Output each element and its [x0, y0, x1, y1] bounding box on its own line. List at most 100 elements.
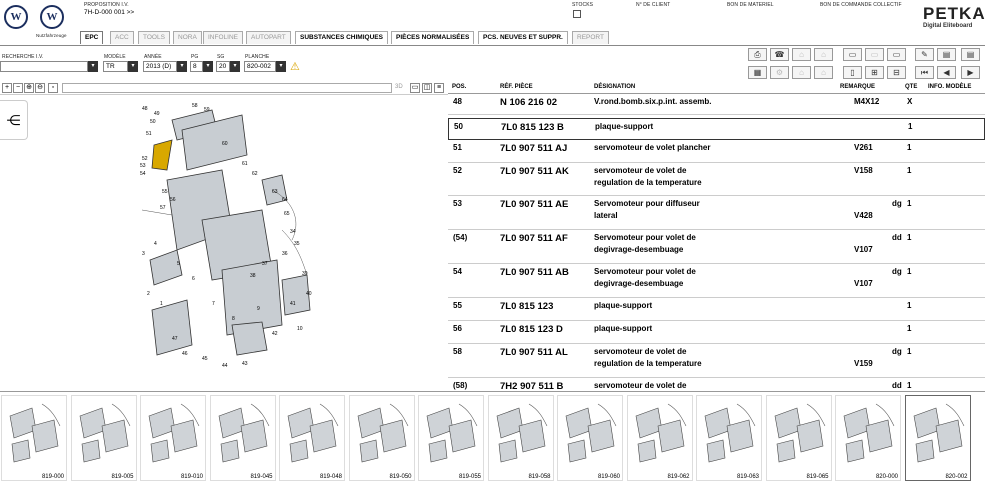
- callout-number[interactable]: 34: [290, 229, 296, 235]
- phone-icon[interactable]: ☎: [770, 48, 789, 61]
- table-row[interactable]: 56 7L0 815 123 D plaque-support 1: [448, 321, 985, 344]
- thumbnail-plate[interactable]: 819-062: [626, 395, 693, 481]
- callout-number[interactable]: 5: [177, 261, 180, 267]
- thumbnail-plate[interactable]: 819-065: [765, 395, 832, 481]
- thumbnail-plate[interactable]: 819-010: [140, 395, 206, 481]
- first-page-icon[interactable]: ⏮: [915, 66, 934, 79]
- callout-number[interactable]: 36: [282, 251, 288, 257]
- monitor-plus-icon[interactable]: ▭: [887, 48, 906, 61]
- prev-page-icon[interactable]: ◀: [937, 66, 956, 79]
- tab-report[interactable]: REPORT: [572, 31, 609, 44]
- zoom-reset-icon[interactable]: ⊖: [35, 83, 45, 93]
- book-icon[interactable]: ▤: [937, 48, 956, 61]
- next-page-icon[interactable]: ▶: [961, 66, 980, 79]
- table-row[interactable]: 55 7L0 815 123 plaque-support 1: [448, 298, 985, 321]
- engine-icon[interactable]: ⚙: [770, 66, 789, 79]
- table-row[interactable]: (58) 7H2 907 511 B servomoteur de volet de…: [448, 378, 985, 391]
- stocks-checkbox[interactable]: [573, 10, 581, 18]
- callout-number[interactable]: 37: [262, 261, 268, 267]
- thumbnail-plate[interactable]: 820-000: [835, 395, 901, 481]
- diagram-part[interactable]: [151, 299, 193, 356]
- tab-pieces-normalisees[interactable]: PIÈCES NORMALISÉES: [391, 31, 475, 44]
- callout-number[interactable]: 46: [182, 351, 188, 357]
- tab-acc[interactable]: ACC: [110, 31, 134, 44]
- car-side-icon[interactable]: ⌂: [792, 66, 811, 79]
- view-split-icon[interactable]: ◫: [422, 83, 432, 93]
- table-row[interactable]: 58 7L0 907 511 AL servomoteur de volet de r…: [448, 344, 985, 378]
- table-row[interactable]: 54 7L0 907 511 AB Servomoteur pour volet d…: [448, 264, 985, 298]
- chevron-down-icon[interactable]: ▾: [128, 61, 138, 72]
- sg-select[interactable]: 20: [216, 61, 230, 72]
- zoom-slider[interactable]: [62, 83, 392, 93]
- thumbnail-plate[interactable]: 819-050: [348, 395, 415, 481]
- book-next-icon[interactable]: ▤: [961, 48, 980, 61]
- callout-number[interactable]: 1: [160, 301, 163, 307]
- chevron-down-icon[interactable]: ▾: [203, 61, 213, 72]
- table-row[interactable]: 52 7L0 907 511 AK servomoteur de volet de r…: [448, 163, 985, 196]
- thumbnail-plate[interactable]: 819-058: [487, 395, 554, 481]
- callout-number[interactable]: 64: [282, 197, 288, 203]
- monitor-list-icon[interactable]: ▭: [865, 48, 884, 61]
- callout-number[interactable]: 54: [140, 171, 146, 177]
- view-single-icon[interactable]: ▭: [410, 83, 420, 93]
- callout-number[interactable]: 47: [172, 336, 178, 342]
- thumbnail-plate[interactable]: 820-002: [904, 395, 971, 481]
- planche-select[interactable]: 820-002: [244, 61, 276, 72]
- print-icon[interactable]: ⎙: [748, 48, 767, 61]
- callout-number[interactable]: 63: [272, 189, 278, 195]
- keyboard-icon[interactable]: ▦: [748, 66, 767, 79]
- table-row[interactable]: 51 7L0 907 511 AJ servomoteur de volet pla…: [448, 140, 985, 163]
- exploded-parts-diagram[interactable]: 4849505152535455565758596061626364653435…: [132, 100, 332, 370]
- callout-number[interactable]: 55: [162, 189, 168, 195]
- thumbnail-plate[interactable]: 819-005: [70, 395, 137, 481]
- chevron-down-icon[interactable]: ▾: [230, 61, 240, 72]
- table-row[interactable]: (54) 7L0 907 511 AF Servomoteur pour volet…: [448, 230, 985, 264]
- modele-select[interactable]: TR: [103, 61, 128, 72]
- callout-number[interactable]: 52: [142, 156, 148, 162]
- diagram-part[interactable]: [231, 321, 268, 356]
- callout-number[interactable]: 2: [147, 291, 150, 297]
- chevron-down-icon[interactable]: ▾: [88, 61, 98, 72]
- clipboard-icon[interactable]: ▯: [843, 66, 862, 79]
- chevron-down-icon[interactable]: ▾: [177, 61, 187, 72]
- callout-number[interactable]: 42: [272, 331, 278, 337]
- pin-icon[interactable]: ✎: [915, 48, 934, 61]
- share-icon[interactable]: ⋲: [0, 100, 28, 140]
- callout-number[interactable]: 40: [306, 291, 312, 297]
- car-key-icon[interactable]: ⌂: [814, 66, 833, 79]
- callout-number[interactable]: 61: [242, 161, 248, 167]
- thumbnail-plate[interactable]: 819-060: [557, 395, 623, 481]
- callout-number[interactable]: 43: [242, 361, 248, 367]
- callout-number[interactable]: 38: [250, 273, 256, 279]
- callout-number[interactable]: 59: [204, 107, 210, 113]
- diagram-part[interactable]: [149, 249, 183, 286]
- callout-number[interactable]: 41: [290, 301, 296, 307]
- highlighted-part[interactable]: [151, 139, 173, 171]
- monitor-icon[interactable]: ▭: [843, 48, 862, 61]
- thumbnail-plate[interactable]: 819-055: [418, 395, 484, 481]
- recherche-input[interactable]: [0, 61, 88, 72]
- callout-number[interactable]: 48: [142, 106, 148, 112]
- zoom-area-icon[interactable]: ▫: [48, 83, 58, 93]
- callout-number[interactable]: 4: [154, 241, 157, 247]
- table-row[interactable]: 50 7L0 815 123 B plaque-support 1: [448, 118, 985, 140]
- callout-number[interactable]: 6: [192, 276, 195, 282]
- car-icon[interactable]: ⌂: [792, 48, 811, 61]
- car-info-icon[interactable]: ⌂: [814, 48, 833, 61]
- table-row[interactable]: 48 N 106 216 02 V.rond.bomb.six.p.int. ass…: [448, 94, 985, 115]
- zoom-in-icon[interactable]: +: [2, 83, 12, 93]
- callout-number[interactable]: 51: [146, 131, 152, 137]
- callout-number[interactable]: 58: [192, 103, 198, 109]
- chevron-down-icon[interactable]: ▾: [276, 61, 286, 72]
- callout-number[interactable]: 35: [294, 241, 300, 247]
- tab-pcs-neuves[interactable]: PCS. NEUVES ET SUPPR.: [478, 31, 568, 44]
- callout-number[interactable]: 57: [160, 205, 166, 211]
- proposition-value[interactable]: 7H-D-000 001 >>: [84, 9, 134, 16]
- callout-number[interactable]: 8: [232, 316, 235, 322]
- table-row[interactable]: 53 7L0 907 511 AE Servomoteur pour diffuse…: [448, 196, 985, 230]
- zoom-fit-icon[interactable]: ⊕: [24, 83, 34, 93]
- callout-number[interactable]: 39: [302, 271, 308, 277]
- tab-infoline[interactable]: INFOLINE: [203, 31, 243, 44]
- thumbnail-plate[interactable]: 819-063: [696, 395, 762, 481]
- zoom-out-icon[interactable]: −: [13, 83, 23, 93]
